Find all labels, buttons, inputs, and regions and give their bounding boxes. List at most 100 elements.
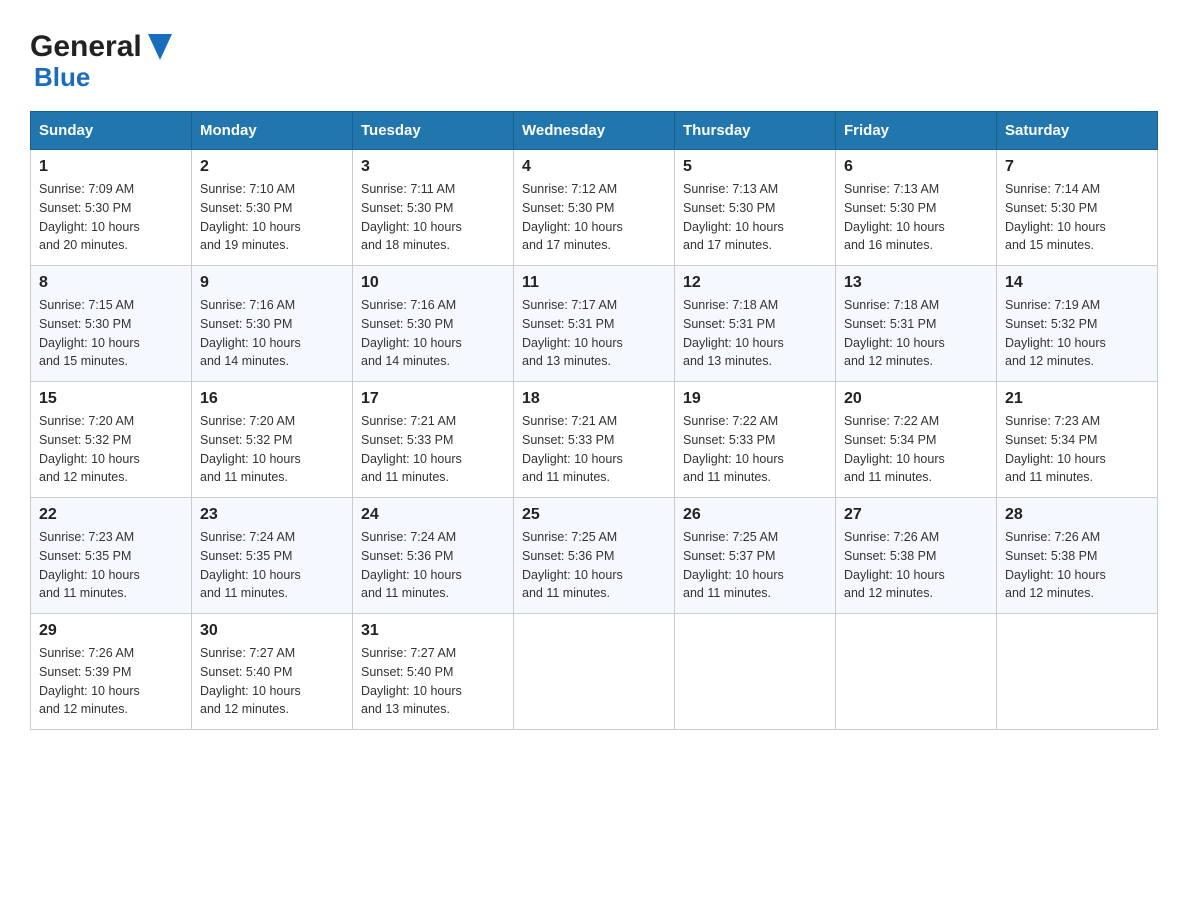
calendar-cell: 9 Sunrise: 7:16 AM Sunset: 5:30 PM Dayli… xyxy=(192,266,353,382)
calendar-header-row: SundayMondayTuesdayWednesdayThursdayFrid… xyxy=(31,112,1158,150)
calendar-cell: 15 Sunrise: 7:20 AM Sunset: 5:32 PM Dayl… xyxy=(31,382,192,498)
day-info: Sunrise: 7:13 AM Sunset: 5:30 PM Dayligh… xyxy=(844,180,988,255)
calendar-cell: 25 Sunrise: 7:25 AM Sunset: 5:36 PM Dayl… xyxy=(514,498,675,614)
day-number: 3 xyxy=(361,158,505,176)
calendar-cell xyxy=(836,614,997,730)
day-info: Sunrise: 7:22 AM Sunset: 5:33 PM Dayligh… xyxy=(683,412,827,487)
day-info: Sunrise: 7:27 AM Sunset: 5:40 PM Dayligh… xyxy=(200,644,344,719)
calendar-cell: 24 Sunrise: 7:24 AM Sunset: 5:36 PM Dayl… xyxy=(353,498,514,614)
column-header-saturday: Saturday xyxy=(997,112,1158,150)
day-number: 29 xyxy=(39,622,183,640)
calendar-cell: 28 Sunrise: 7:26 AM Sunset: 5:38 PM Dayl… xyxy=(997,498,1158,614)
day-number: 13 xyxy=(844,274,988,292)
day-info: Sunrise: 7:16 AM Sunset: 5:30 PM Dayligh… xyxy=(200,296,344,371)
day-number: 8 xyxy=(39,274,183,292)
calendar-week-row: 8 Sunrise: 7:15 AM Sunset: 5:30 PM Dayli… xyxy=(31,266,1158,382)
calendar-cell: 19 Sunrise: 7:22 AM Sunset: 5:33 PM Dayl… xyxy=(675,382,836,498)
day-info: Sunrise: 7:24 AM Sunset: 5:36 PM Dayligh… xyxy=(361,528,505,603)
column-header-friday: Friday xyxy=(836,112,997,150)
day-number: 28 xyxy=(1005,506,1149,524)
column-header-thursday: Thursday xyxy=(675,112,836,150)
day-number: 19 xyxy=(683,390,827,408)
column-header-sunday: Sunday xyxy=(31,112,192,150)
header: General Blue xyxy=(30,20,1158,93)
day-info: Sunrise: 7:17 AM Sunset: 5:31 PM Dayligh… xyxy=(522,296,666,371)
day-info: Sunrise: 7:16 AM Sunset: 5:30 PM Dayligh… xyxy=(361,296,505,371)
calendar-cell: 29 Sunrise: 7:26 AM Sunset: 5:39 PM Dayl… xyxy=(31,614,192,730)
day-info: Sunrise: 7:09 AM Sunset: 5:30 PM Dayligh… xyxy=(39,180,183,255)
day-number: 9 xyxy=(200,274,344,292)
day-number: 23 xyxy=(200,506,344,524)
day-number: 2 xyxy=(200,158,344,176)
calendar-cell: 14 Sunrise: 7:19 AM Sunset: 5:32 PM Dayl… xyxy=(997,266,1158,382)
day-number: 14 xyxy=(1005,274,1149,292)
day-number: 16 xyxy=(200,390,344,408)
day-info: Sunrise: 7:23 AM Sunset: 5:35 PM Dayligh… xyxy=(39,528,183,603)
calendar-cell: 23 Sunrise: 7:24 AM Sunset: 5:35 PM Dayl… xyxy=(192,498,353,614)
day-number: 21 xyxy=(1005,390,1149,408)
day-info: Sunrise: 7:10 AM Sunset: 5:30 PM Dayligh… xyxy=(200,180,344,255)
day-info: Sunrise: 7:12 AM Sunset: 5:30 PM Dayligh… xyxy=(522,180,666,255)
calendar-cell: 18 Sunrise: 7:21 AM Sunset: 5:33 PM Dayl… xyxy=(514,382,675,498)
calendar-cell: 5 Sunrise: 7:13 AM Sunset: 5:30 PM Dayli… xyxy=(675,150,836,266)
logo-general: General xyxy=(30,30,142,64)
calendar-cell xyxy=(514,614,675,730)
calendar-cell: 30 Sunrise: 7:27 AM Sunset: 5:40 PM Dayl… xyxy=(192,614,353,730)
calendar-cell: 10 Sunrise: 7:16 AM Sunset: 5:30 PM Dayl… xyxy=(353,266,514,382)
calendar-cell: 7 Sunrise: 7:14 AM Sunset: 5:30 PM Dayli… xyxy=(997,150,1158,266)
logo-blue: Blue xyxy=(34,62,90,93)
calendar-cell: 26 Sunrise: 7:25 AM Sunset: 5:37 PM Dayl… xyxy=(675,498,836,614)
day-number: 6 xyxy=(844,158,988,176)
calendar-table: SundayMondayTuesdayWednesdayThursdayFrid… xyxy=(30,111,1158,730)
day-info: Sunrise: 7:18 AM Sunset: 5:31 PM Dayligh… xyxy=(683,296,827,371)
day-number: 17 xyxy=(361,390,505,408)
day-number: 24 xyxy=(361,506,505,524)
day-info: Sunrise: 7:26 AM Sunset: 5:38 PM Dayligh… xyxy=(1005,528,1149,603)
calendar-cell: 3 Sunrise: 7:11 AM Sunset: 5:30 PM Dayli… xyxy=(353,150,514,266)
column-header-wednesday: Wednesday xyxy=(514,112,675,150)
calendar-cell: 20 Sunrise: 7:22 AM Sunset: 5:34 PM Dayl… xyxy=(836,382,997,498)
day-number: 26 xyxy=(683,506,827,524)
day-info: Sunrise: 7:25 AM Sunset: 5:37 PM Dayligh… xyxy=(683,528,827,603)
calendar-cell: 1 Sunrise: 7:09 AM Sunset: 5:30 PM Dayli… xyxy=(31,150,192,266)
column-header-tuesday: Tuesday xyxy=(353,112,514,150)
day-info: Sunrise: 7:15 AM Sunset: 5:30 PM Dayligh… xyxy=(39,296,183,371)
day-number: 10 xyxy=(361,274,505,292)
calendar-week-row: 22 Sunrise: 7:23 AM Sunset: 5:35 PM Dayl… xyxy=(31,498,1158,614)
day-info: Sunrise: 7:11 AM Sunset: 5:30 PM Dayligh… xyxy=(361,180,505,255)
day-number: 30 xyxy=(200,622,344,640)
day-info: Sunrise: 7:27 AM Sunset: 5:40 PM Dayligh… xyxy=(361,644,505,719)
calendar-cell: 13 Sunrise: 7:18 AM Sunset: 5:31 PM Dayl… xyxy=(836,266,997,382)
day-info: Sunrise: 7:14 AM Sunset: 5:30 PM Dayligh… xyxy=(1005,180,1149,255)
day-info: Sunrise: 7:13 AM Sunset: 5:30 PM Dayligh… xyxy=(683,180,827,255)
day-info: Sunrise: 7:26 AM Sunset: 5:39 PM Dayligh… xyxy=(39,644,183,719)
day-info: Sunrise: 7:23 AM Sunset: 5:34 PM Dayligh… xyxy=(1005,412,1149,487)
calendar-cell: 8 Sunrise: 7:15 AM Sunset: 5:30 PM Dayli… xyxy=(31,266,192,382)
calendar-cell: 4 Sunrise: 7:12 AM Sunset: 5:30 PM Dayli… xyxy=(514,150,675,266)
day-info: Sunrise: 7:21 AM Sunset: 5:33 PM Dayligh… xyxy=(522,412,666,487)
calendar-cell xyxy=(997,614,1158,730)
calendar-cell xyxy=(675,614,836,730)
day-info: Sunrise: 7:21 AM Sunset: 5:33 PM Dayligh… xyxy=(361,412,505,487)
calendar-cell: 22 Sunrise: 7:23 AM Sunset: 5:35 PM Dayl… xyxy=(31,498,192,614)
day-info: Sunrise: 7:24 AM Sunset: 5:35 PM Dayligh… xyxy=(200,528,344,603)
day-number: 18 xyxy=(522,390,666,408)
calendar-cell: 21 Sunrise: 7:23 AM Sunset: 5:34 PM Dayl… xyxy=(997,382,1158,498)
day-number: 27 xyxy=(844,506,988,524)
column-header-monday: Monday xyxy=(192,112,353,150)
day-info: Sunrise: 7:18 AM Sunset: 5:31 PM Dayligh… xyxy=(844,296,988,371)
day-number: 11 xyxy=(522,274,666,292)
calendar-cell: 6 Sunrise: 7:13 AM Sunset: 5:30 PM Dayli… xyxy=(836,150,997,266)
calendar-cell: 11 Sunrise: 7:17 AM Sunset: 5:31 PM Dayl… xyxy=(514,266,675,382)
calendar-week-row: 1 Sunrise: 7:09 AM Sunset: 5:30 PM Dayli… xyxy=(31,150,1158,266)
calendar-cell: 27 Sunrise: 7:26 AM Sunset: 5:38 PM Dayl… xyxy=(836,498,997,614)
day-number: 15 xyxy=(39,390,183,408)
day-number: 20 xyxy=(844,390,988,408)
calendar-cell: 16 Sunrise: 7:20 AM Sunset: 5:32 PM Dayl… xyxy=(192,382,353,498)
day-number: 25 xyxy=(522,506,666,524)
day-info: Sunrise: 7:26 AM Sunset: 5:38 PM Dayligh… xyxy=(844,528,988,603)
calendar-cell: 12 Sunrise: 7:18 AM Sunset: 5:31 PM Dayl… xyxy=(675,266,836,382)
day-number: 1 xyxy=(39,158,183,176)
calendar-cell: 2 Sunrise: 7:10 AM Sunset: 5:30 PM Dayli… xyxy=(192,150,353,266)
day-number: 5 xyxy=(683,158,827,176)
